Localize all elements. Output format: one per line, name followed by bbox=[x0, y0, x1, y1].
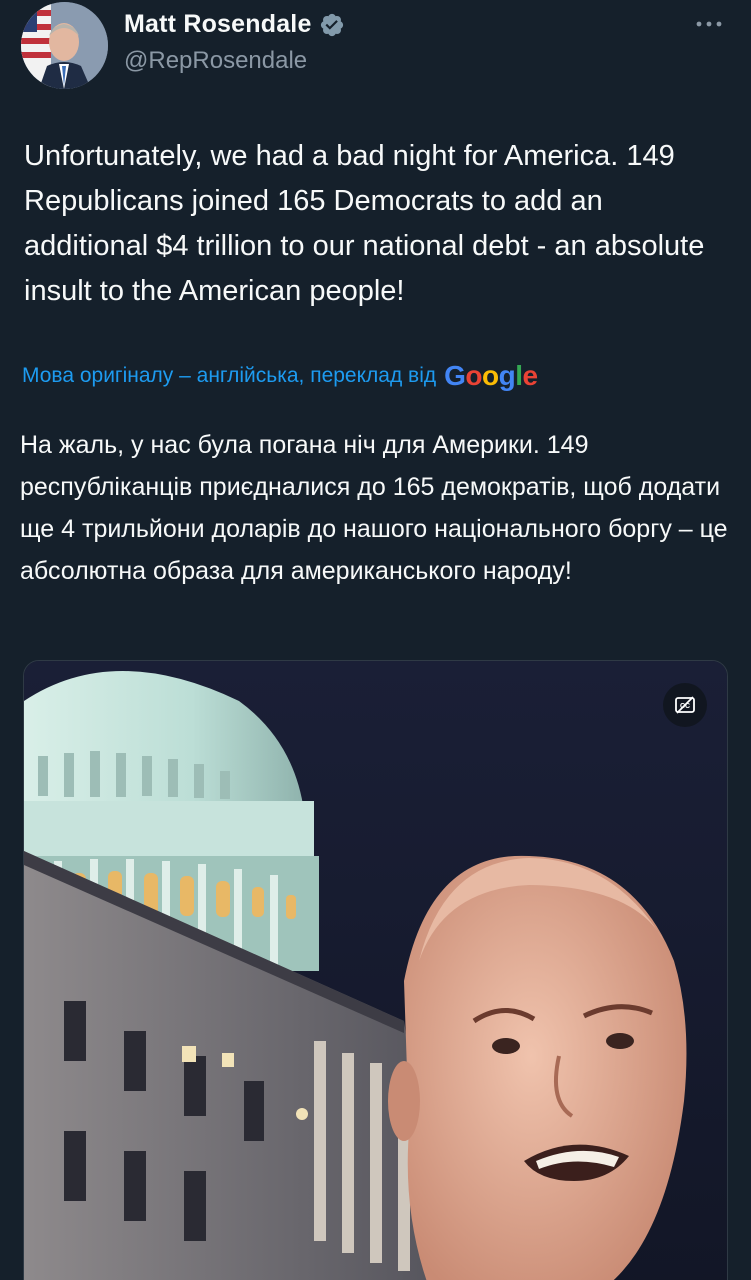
captions-off-icon: CC bbox=[675, 696, 695, 714]
translation-attribution[interactable]: Мова оригіналу – англійська, переклад ві… bbox=[22, 360, 538, 392]
author-handle[interactable]: @RepRosendale bbox=[124, 47, 307, 75]
video-frame bbox=[24, 661, 727, 1280]
more-options-icon[interactable] bbox=[694, 14, 724, 34]
avatar[interactable] bbox=[21, 2, 108, 89]
translation-label[interactable]: Мова оригіналу – англійська, переклад ві… bbox=[22, 364, 436, 388]
video-player[interactable]: CC bbox=[23, 660, 728, 1280]
tweet-text: Unfortunately, we had a bad night for Am… bbox=[24, 140, 705, 307]
verified-badge-icon bbox=[319, 12, 345, 38]
captions-button[interactable]: CC bbox=[663, 683, 707, 727]
translated-text: На жаль, у нас була погана ніч для Амери… bbox=[20, 431, 728, 585]
tweet: Matt Rosendale @RepRosendale Unfortunate… bbox=[0, 0, 751, 1280]
author-name-row[interactable]: Matt Rosendale bbox=[124, 10, 345, 39]
google-logo: Google bbox=[444, 360, 538, 391]
display-name[interactable]: Matt Rosendale bbox=[124, 10, 312, 39]
